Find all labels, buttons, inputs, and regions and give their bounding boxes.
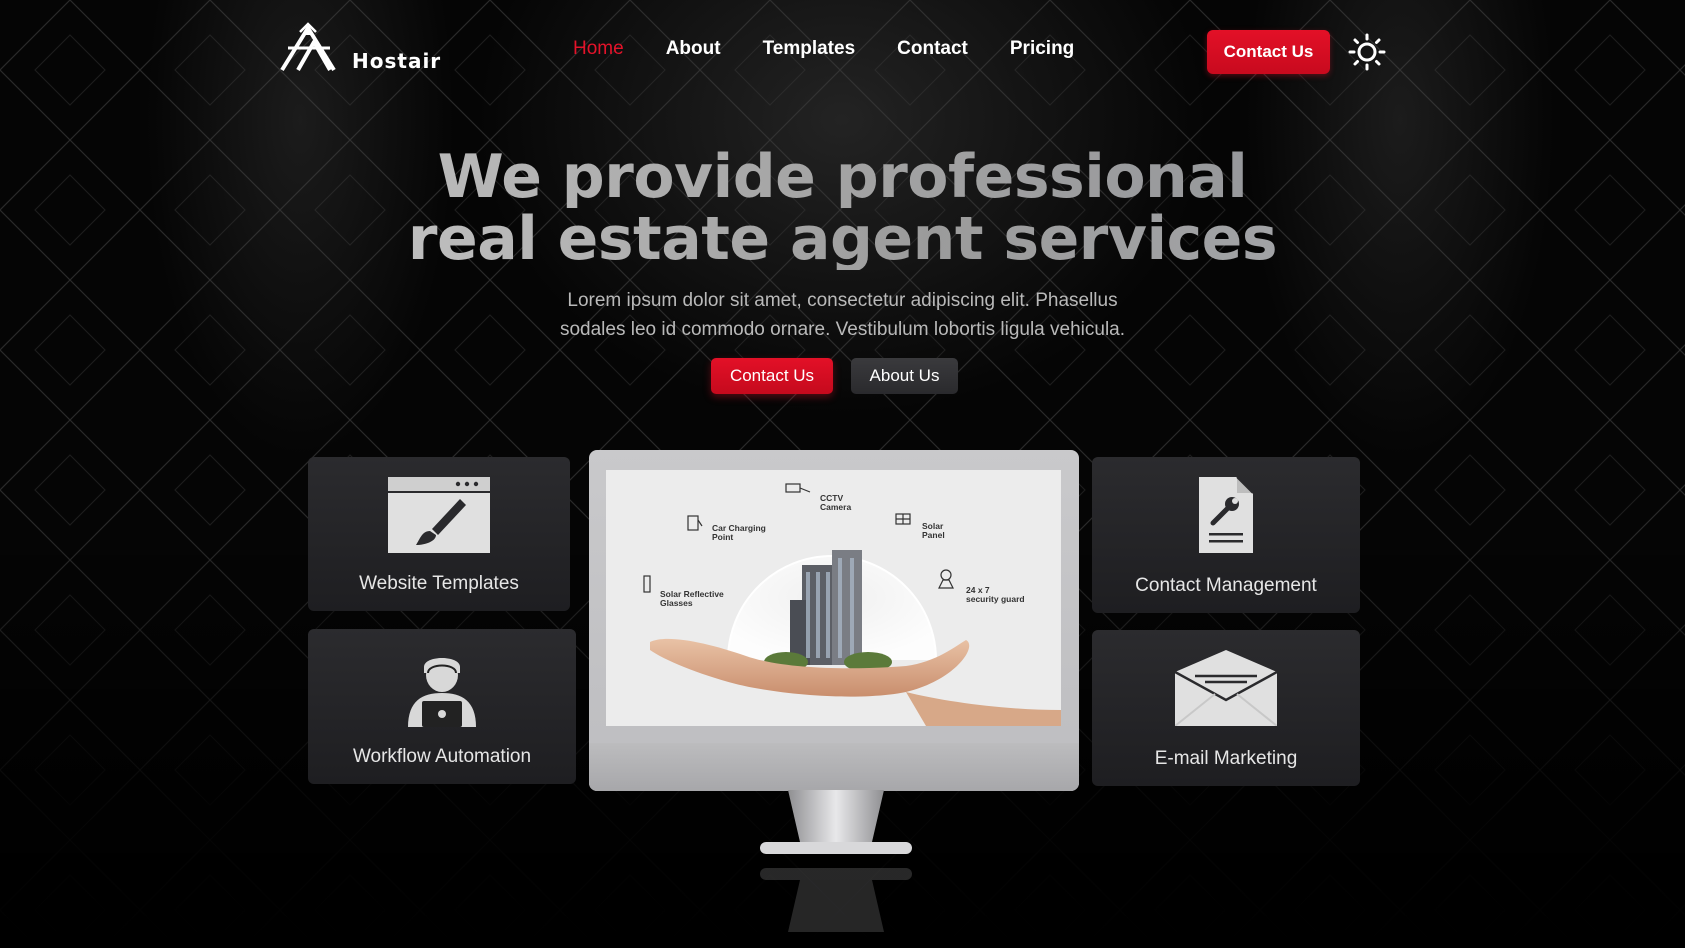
nav-item-templates[interactable]: Templates [763,38,856,60]
brand-logo[interactable]: Hostair [278,22,441,74]
feature-label: Contact Management [1135,575,1317,596]
nav-item-home[interactable]: Home [573,38,624,60]
feature-label: Workflow Automation [352,746,532,767]
hero-subtitle-line-1: Lorem ipsum dolor sit amet, consectetur … [567,290,1118,311]
document-wrench-icon [1199,477,1253,553]
house-logo-icon [280,22,336,72]
screen-label-cctv: CCTV Camera [820,493,852,512]
feature-label: E-mail Marketing [1154,748,1298,769]
monitor-stand-reflection [760,868,912,932]
website-template-icon [388,477,490,553]
site-header: Hostair Home About Templates Contact Pri… [0,0,1685,100]
screen-label-glass: Solar Reflective Glasses [660,589,724,608]
hero-title-line-1: We provide professional [0,146,1685,208]
screen-label-solar: Solar Panel [922,521,945,540]
developer-icon [408,658,476,727]
screen-label-security: 24 x 7 security guard [966,585,1025,604]
screen-label-charging: Car Charging Point [712,523,766,542]
brand-name: Hostair [352,49,442,73]
nav-item-about[interactable]: About [666,38,721,60]
hero-subtitle: Lorem ipsum dolor sit amet, consectetur … [500,286,1185,344]
sun-icon [1348,33,1386,71]
theme-toggle-button[interactable] [1348,33,1386,71]
nav-item-pricing[interactable]: Pricing [1010,38,1074,60]
feature-label: Website Templates [359,573,519,594]
nav-item-contact[interactable]: Contact [897,38,968,60]
header-contact-button[interactable]: Contact Us [1207,30,1330,74]
feature-card-contact-management[interactable]: Contact Management [1092,457,1360,613]
monitor-stand [760,790,912,854]
main-nav: Home About Templates Contact Pricing [573,38,1074,60]
hero-about-button[interactable]: About Us [851,358,958,394]
feature-card-workflow-automation[interactable]: Workflow Automation [308,629,576,784]
feature-card-email-marketing[interactable]: E-mail Marketing [1092,630,1360,786]
monitor-screen: CCTV Camera Car Charging Point Solar Panel … [606,470,1061,726]
monitor-mockup: CCTV Camera Car Charging Point Solar Panel … [589,450,1079,791]
hero-title: We provide professional real estate agen… [0,146,1685,270]
hero-subtitle-line-2: sodales leo id commodo ornare. Vestibulu… [559,319,1126,340]
hero-title-line-2: real estate agent services [0,208,1685,270]
hero-contact-button[interactable]: Contact Us [711,358,833,394]
feature-card-website-templates[interactable]: Website Templates [308,457,570,611]
envelope-icon [1175,650,1277,726]
monitor-chin [589,743,1079,791]
hero-actions: Contact Us About Us [711,358,958,394]
